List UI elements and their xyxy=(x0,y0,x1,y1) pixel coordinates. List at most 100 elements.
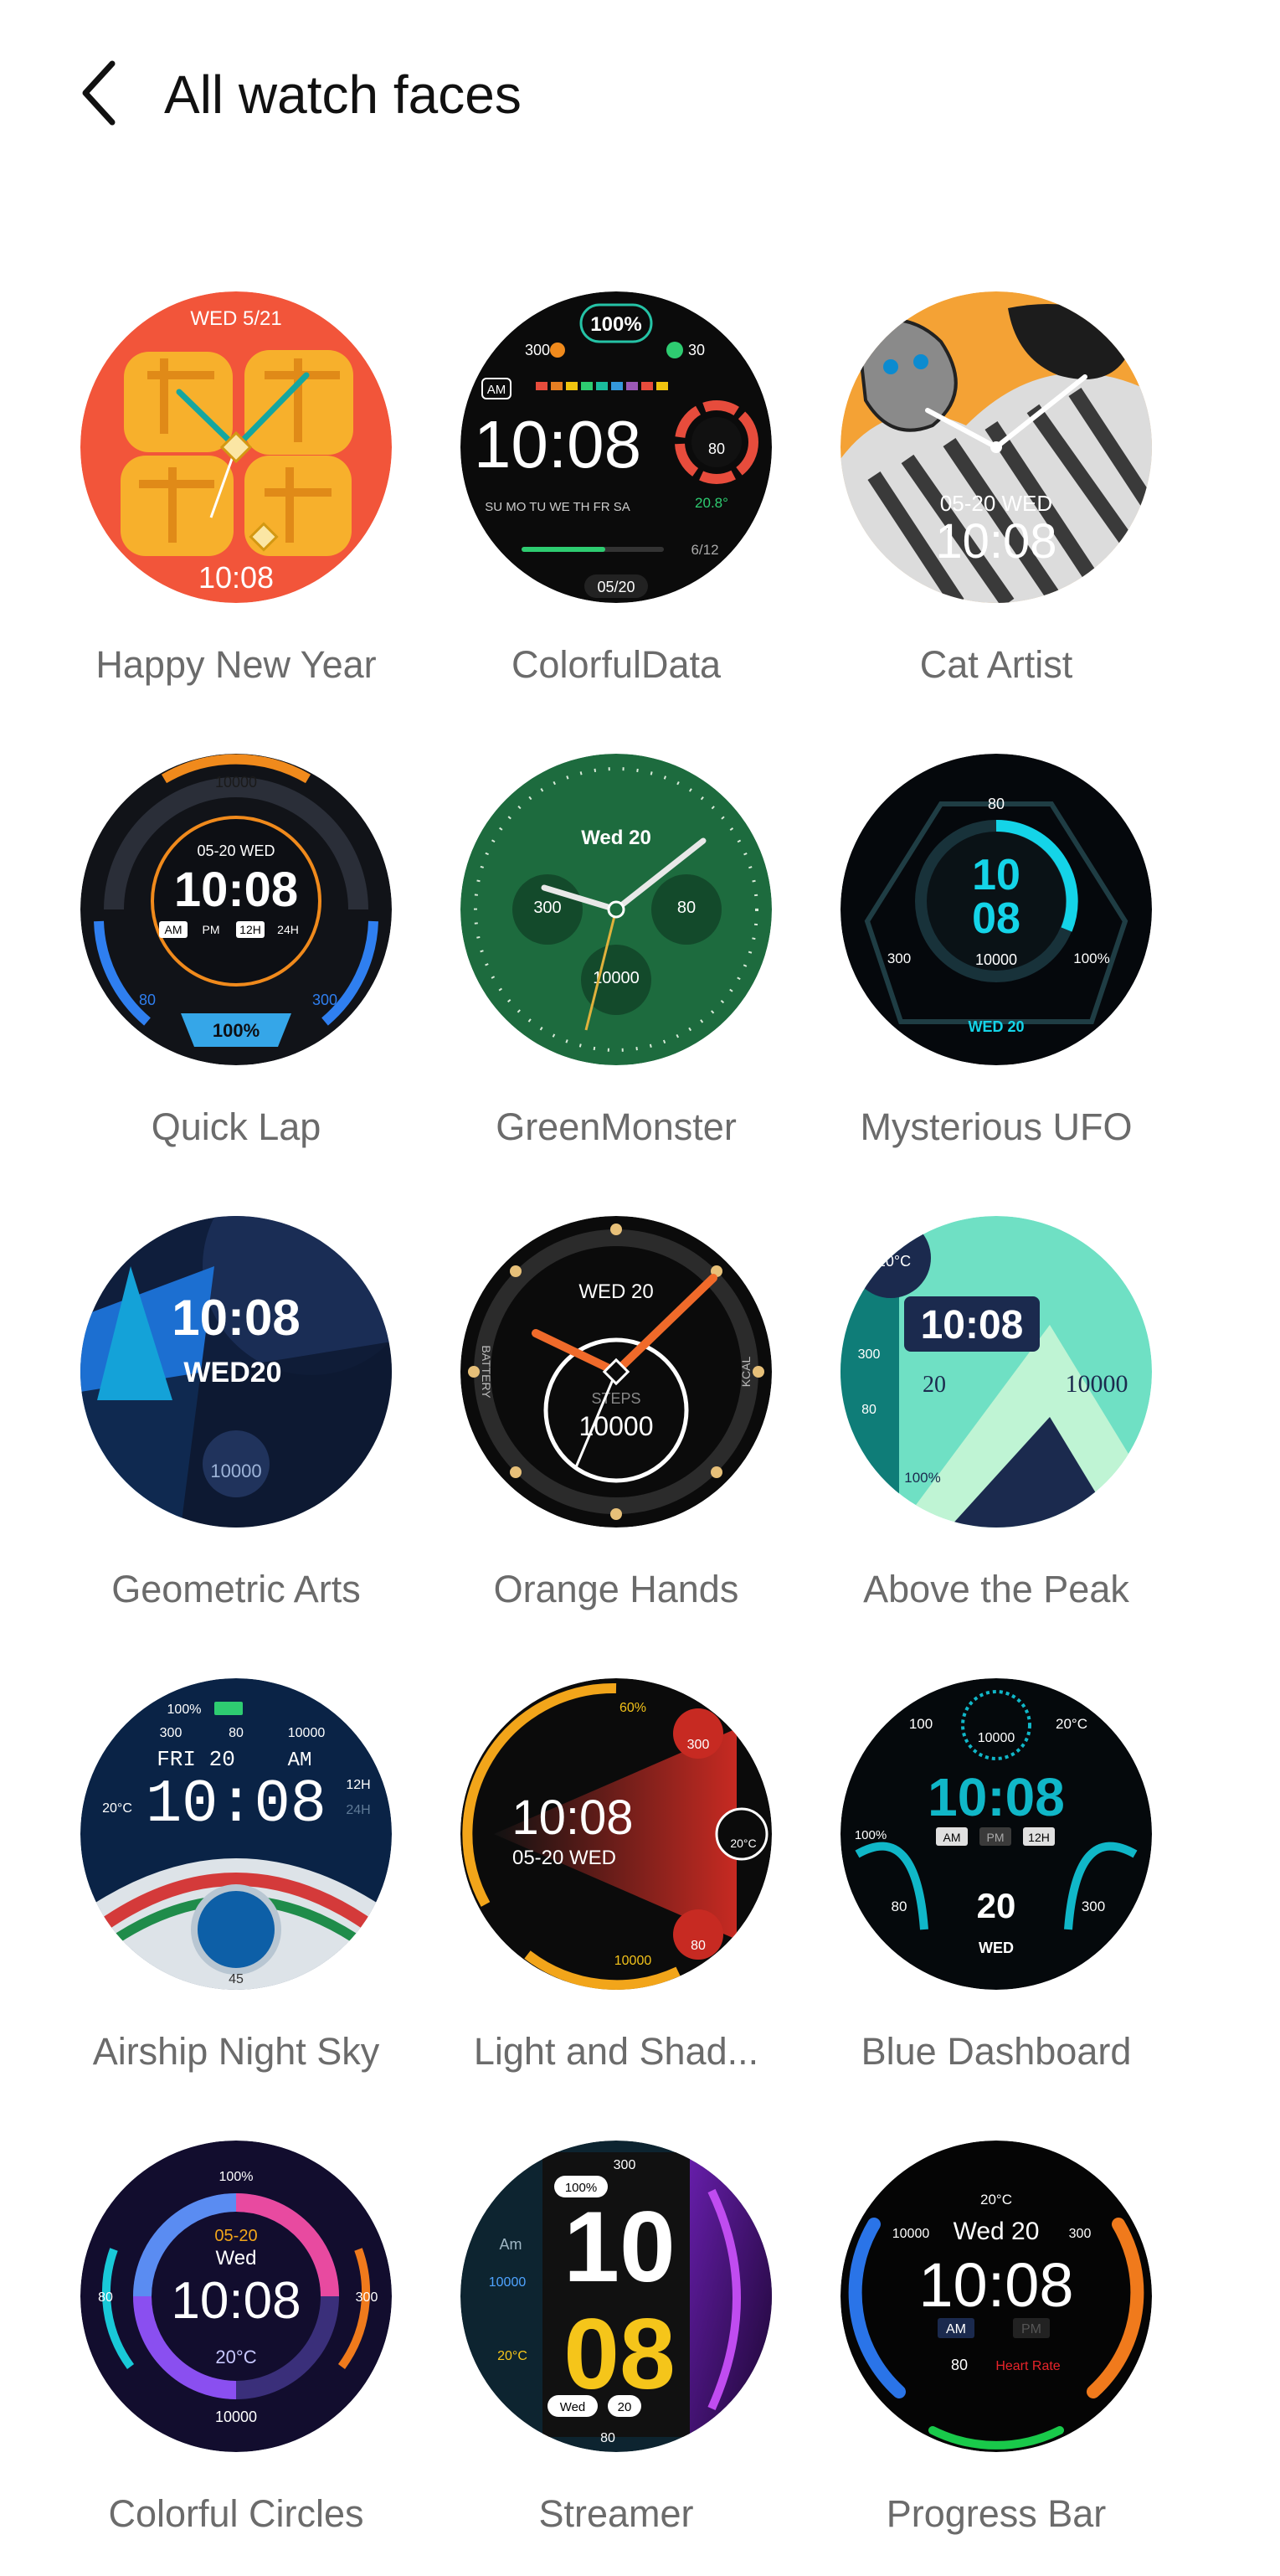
face-time: 10:08 xyxy=(935,514,1056,569)
face-hour: 10 xyxy=(563,2191,675,2303)
face-left-label: BATTERY xyxy=(480,1345,493,1399)
face-kcal: 300 xyxy=(614,2158,636,2172)
face-12h: 12H xyxy=(239,923,261,936)
face-steps: 10000 xyxy=(489,2275,527,2290)
face-steps: 10000 xyxy=(892,2227,930,2241)
face-right-value: 300 xyxy=(356,2290,378,2305)
face-temp: 20°C xyxy=(1056,1716,1087,1732)
face-temp: 20°C xyxy=(497,2349,527,2363)
watch-face-preview: 10000 05-20 WED 10:08 AM PM 12H 24H 80 3… xyxy=(80,754,392,1065)
face-weekday: Wed xyxy=(560,2400,586,2414)
face-time: 10:08 xyxy=(511,1790,633,1845)
watch-face-item-colorful-circles[interactable]: 100% 05-20 Wed 10:08 80 300 20°C 10000 C… xyxy=(55,2141,407,2576)
watch-face-preview: 80 10 08 300 10000 100% WED 20 xyxy=(840,754,1152,1065)
face-temp: 20°C xyxy=(102,1801,132,1816)
face-steps: 10000 xyxy=(288,1726,326,1740)
face-time: 10:08 xyxy=(474,407,641,482)
watch-face-item-happy-new-year[interactable]: WED 5/21 10:08 Happy New Year xyxy=(55,291,407,727)
face-date: Wed 20 xyxy=(954,2218,1040,2245)
face-weekday: WED xyxy=(979,1940,1014,1956)
face-heart: 80 xyxy=(951,2357,968,2373)
face-kcal: 300 xyxy=(160,1726,182,1740)
face-pm: PM xyxy=(203,923,220,936)
face-date: WED20 xyxy=(183,1357,281,1388)
watch-face-item-above-the-peak[interactable]: 20°C 10:08 20 10000 300 80 100% Above th… xyxy=(815,1216,1167,1651)
face-heart: 80 xyxy=(600,2431,615,2445)
face-kcal: 300 xyxy=(858,1347,881,1362)
face-heart: 80 xyxy=(677,899,696,917)
face-pm: PM xyxy=(987,1831,1005,1844)
watch-face-item-greenmonster[interactable]: Wed 20 300 80 10000 GreenMonster xyxy=(435,754,787,1189)
watch-face-preview: 20°C 10:08 20 10000 300 80 100% xyxy=(840,1216,1152,1528)
back-button[interactable] xyxy=(75,55,126,131)
face-steps: 10000 xyxy=(210,1461,261,1481)
face-time: 10:08 xyxy=(172,1290,300,1346)
watch-face-item-light-and-shadow[interactable]: 60% 300 10:08 05-20 WED 20°C 80 10000 Li… xyxy=(435,1678,787,2114)
face-heart: 80 xyxy=(988,796,1005,812)
watch-face-name: Happy New Year xyxy=(95,643,377,686)
face-steps: 10000 xyxy=(614,1954,652,1968)
face-kcal: 300 xyxy=(525,342,550,358)
watch-face-preview: 100 10000 20°C 10:08 AM PM 12H 100% 80 2… xyxy=(840,1678,1152,1990)
chevron-left-icon xyxy=(82,60,116,126)
face-kcal: 300 xyxy=(1069,2227,1092,2241)
face-kcal: 300 xyxy=(687,1738,710,1752)
face-steps: 10000 xyxy=(215,2409,257,2425)
face-time: 10:08 xyxy=(146,1770,326,1839)
watch-face-item-quick-lap[interactable]: 10000 05-20 WED 10:08 AM PM 12H 24H 80 3… xyxy=(55,754,407,1189)
face-heart: 80 xyxy=(708,440,725,457)
face-battery: 100% xyxy=(855,1828,887,1842)
face-date: WED 5/21 xyxy=(190,307,281,330)
face-kcal: 300 xyxy=(312,992,337,1008)
face-date: 05-20 xyxy=(214,2227,257,2245)
watch-face-item-cat-artist[interactable]: 05-20 WED 10:08 Cat Artist xyxy=(815,291,1167,727)
watch-face-item-progress-bar[interactable]: 20°C 10000 Wed 20 300 10:08 AM PM 80 Hea… xyxy=(815,2141,1167,2576)
face-heart: 80 xyxy=(861,1403,876,1417)
face-kcal: 300 xyxy=(1082,1899,1105,1914)
watch-face-name: Airship Night Sky xyxy=(92,2030,380,2073)
face-temp: 20.8° xyxy=(695,495,728,511)
watch-face-item-colorfuldata[interactable]: 100% 300 30 AM 10:08 80 SU MO TU WE TH F… xyxy=(435,291,787,727)
watch-face-item-orange-hands[interactable]: WED 20 BATTERY KCAL STEPS 10000 Orange H… xyxy=(435,1216,787,1651)
face-left-value: 80 xyxy=(98,2290,113,2305)
face-kcal: 300 xyxy=(533,899,561,917)
watch-face-preview: 10:08 WED20 10000 xyxy=(80,1216,392,1528)
face-steps: 10000 xyxy=(978,1731,1015,1745)
face-heart: 80 xyxy=(892,1899,907,1914)
face-battery: 100% xyxy=(904,1470,940,1486)
face-time: 10:08 xyxy=(171,2272,301,2330)
watch-face-item-geometric-arts[interactable]: 10:08 WED20 10000 Geometric Arts xyxy=(55,1216,407,1651)
face-battery: 100% xyxy=(1073,951,1109,966)
watch-face-preview: 100% 05-20 Wed 10:08 80 300 20°C 10000 xyxy=(80,2141,392,2452)
face-heart: 80 xyxy=(139,992,156,1008)
face-temp: 20°C xyxy=(730,1837,756,1850)
watch-face-name: Mysterious UFO xyxy=(860,1105,1133,1148)
watch-face-item-streamer[interactable]: 300 100% Am 10000 10 08 20°C Wed 20 80 S… xyxy=(435,2141,787,2576)
face-temp: 20°C xyxy=(980,2192,1012,2208)
face-time: 10:08 xyxy=(198,560,274,595)
watch-face-item-blue-dashboard[interactable]: 100 10000 20°C 10:08 AM PM 12H 100% 80 2… xyxy=(815,1678,1167,2114)
face-steps: 30 xyxy=(688,342,705,358)
watch-face-item-airship-night-sky[interactable]: 100% 300 80 10000 FRI 20 AM 10:08 20°C 1… xyxy=(55,1678,407,2114)
face-day: 20 xyxy=(977,1886,1016,1925)
face-ampm: AM xyxy=(288,1749,312,1772)
face-day: 20 xyxy=(923,1372,946,1398)
watch-face-name: Quick Lap xyxy=(151,1105,321,1148)
face-am: AM xyxy=(943,1831,961,1844)
face-steps-label: STEPS xyxy=(591,1390,640,1407)
face-24h: 24H xyxy=(277,923,299,936)
face-24h: 24H xyxy=(346,1803,370,1817)
face-time: 10:08 xyxy=(928,1767,1065,1827)
face-battery: 100% xyxy=(167,1703,202,1717)
face-date: 05-20 WED xyxy=(940,491,1052,516)
watch-face-item-mysterious-ufo[interactable]: 80 10 08 300 10000 100% WED 20 Mysteriou… xyxy=(815,754,1167,1189)
face-steps: 10000 xyxy=(215,774,257,791)
face-12h: 12H xyxy=(1028,1831,1050,1844)
watch-face-name: Geometric Arts xyxy=(111,1568,361,1610)
watch-face-preview: 300 100% Am 10000 10 08 20°C Wed 20 80 xyxy=(460,2141,772,2452)
watch-face-name: Orange Hands xyxy=(493,1568,739,1610)
watch-face-preview: 100% 300 80 10000 FRI 20 AM 10:08 20°C 1… xyxy=(80,1678,392,1990)
face-date: 05/20 xyxy=(597,579,635,595)
face-minute: 08 xyxy=(972,894,1020,943)
watch-face-preview: WED 20 BATTERY KCAL STEPS 10000 xyxy=(460,1216,772,1528)
